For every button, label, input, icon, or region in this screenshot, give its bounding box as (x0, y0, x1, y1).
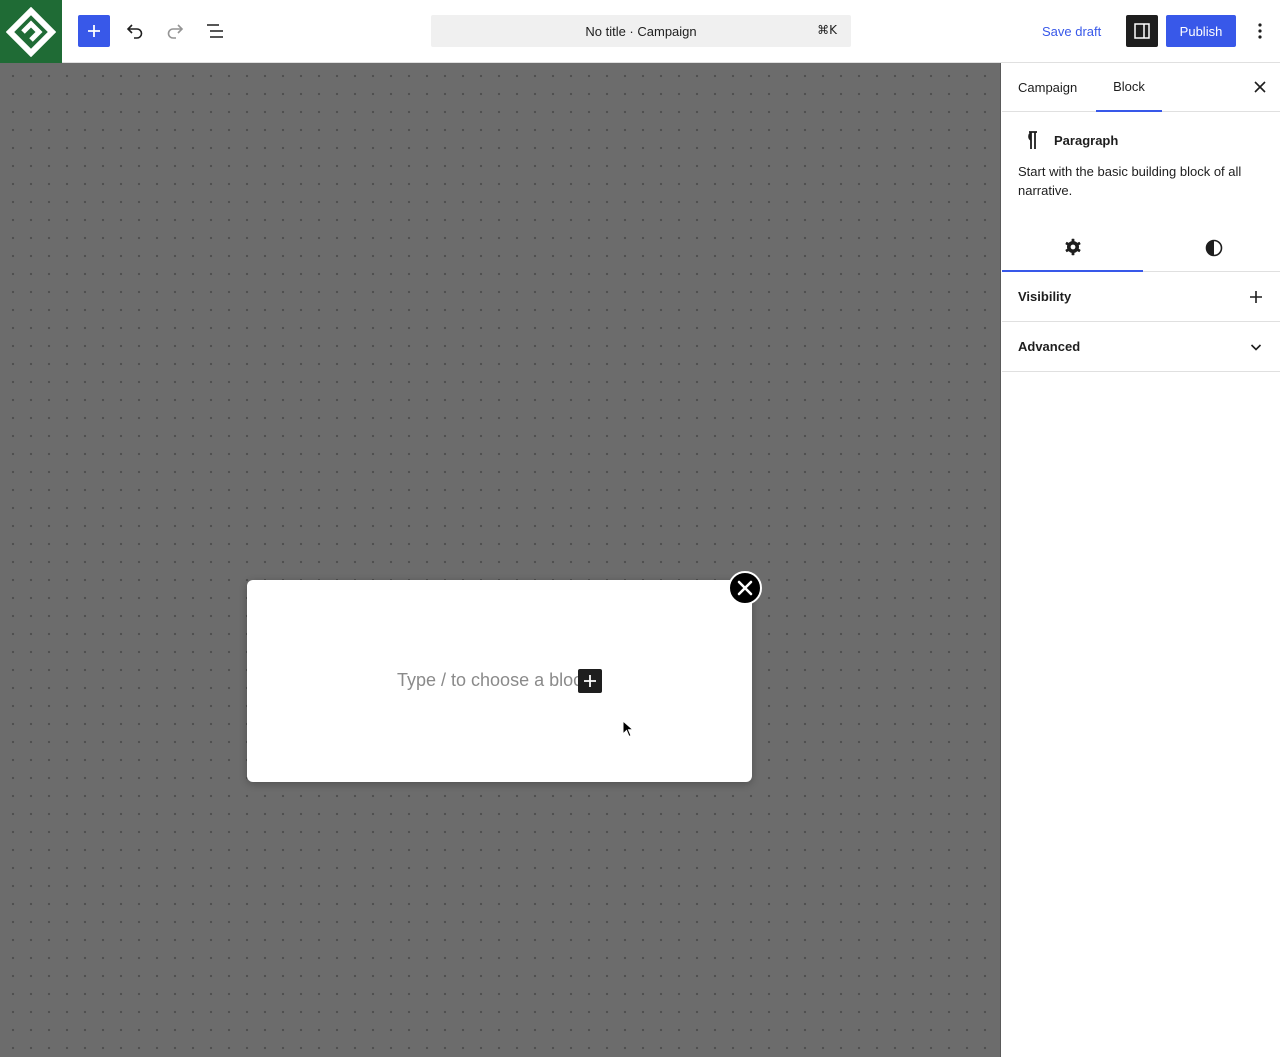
document-title: No title · Campaign (585, 23, 697, 39)
close-icon (1254, 81, 1266, 93)
campaign-popup: Type / to choose a block (247, 580, 752, 782)
toggle-panel-button[interactable] (1246, 337, 1266, 357)
tab-campaign[interactable]: Campaign (1018, 63, 1077, 112)
sidebar-tabs: Campaign Block (1002, 63, 1280, 112)
mouse-cursor-icon (622, 720, 634, 738)
plus-icon (584, 675, 596, 687)
tab-settings[interactable] (1002, 224, 1143, 272)
chevron-down-icon (1250, 344, 1262, 351)
more-vertical-icon (1258, 23, 1262, 39)
block-title: Paragraph (1054, 132, 1119, 148)
save-draft-button[interactable]: Save draft (1034, 15, 1109, 47)
plus-icon (88, 25, 100, 37)
inline-add-block-button[interactable] (578, 669, 602, 693)
block-inspector-tabs (1002, 224, 1280, 272)
gear-icon (1064, 238, 1081, 256)
block-card: Paragraph Start with the basic building … (1002, 112, 1280, 216)
block-header: Paragraph (1018, 128, 1264, 152)
close-icon (737, 580, 753, 596)
panel-title: Advanced (1018, 339, 1081, 354)
list-view-icon (207, 24, 223, 38)
tab-block[interactable]: Block (1096, 63, 1162, 112)
plus-icon (1250, 291, 1262, 303)
tab-styles[interactable] (1143, 224, 1280, 272)
editor-top-bar: No title · Campaign ⌘K Save draft Publis… (0, 0, 1280, 63)
document-overview-button[interactable] (199, 15, 231, 47)
redo-button[interactable] (159, 15, 191, 47)
shortcut-hint: ⌘K (817, 23, 837, 37)
add-block-button[interactable] (78, 15, 110, 47)
visibility-panel[interactable]: Visibility (1002, 272, 1280, 322)
site-logo[interactable] (0, 0, 62, 63)
site-logo-icon (6, 6, 56, 57)
sidebar-toggle-icon (1134, 23, 1150, 39)
settings-sidebar: Campaign Block Paragraph Start with the … (1002, 63, 1280, 1057)
editor-canvas[interactable]: Type / to choose a block (0, 63, 1001, 1057)
close-sidebar-button[interactable] (1250, 77, 1270, 97)
publish-button[interactable]: Publish (1166, 15, 1236, 47)
panel-title: Visibility (1018, 289, 1072, 304)
options-menu-button[interactable] (1248, 15, 1272, 47)
command-palette-button[interactable]: No title · Campaign ⌘K (431, 15, 851, 47)
block-description: Start with the basic building block of a… (1018, 164, 1242, 198)
paragraph-icon (1028, 131, 1037, 149)
block-placeholder[interactable]: Type / to choose a block (397, 670, 578, 691)
settings-sidebar-toggle[interactable] (1126, 15, 1158, 47)
redo-icon (167, 24, 184, 39)
undo-button[interactable] (119, 15, 151, 47)
undo-icon (126, 24, 143, 39)
advanced-panel[interactable]: Advanced (1002, 322, 1280, 372)
expand-panel-button[interactable] (1246, 287, 1266, 307)
popup-close-button[interactable] (728, 571, 762, 605)
contrast-icon (1205, 239, 1222, 257)
